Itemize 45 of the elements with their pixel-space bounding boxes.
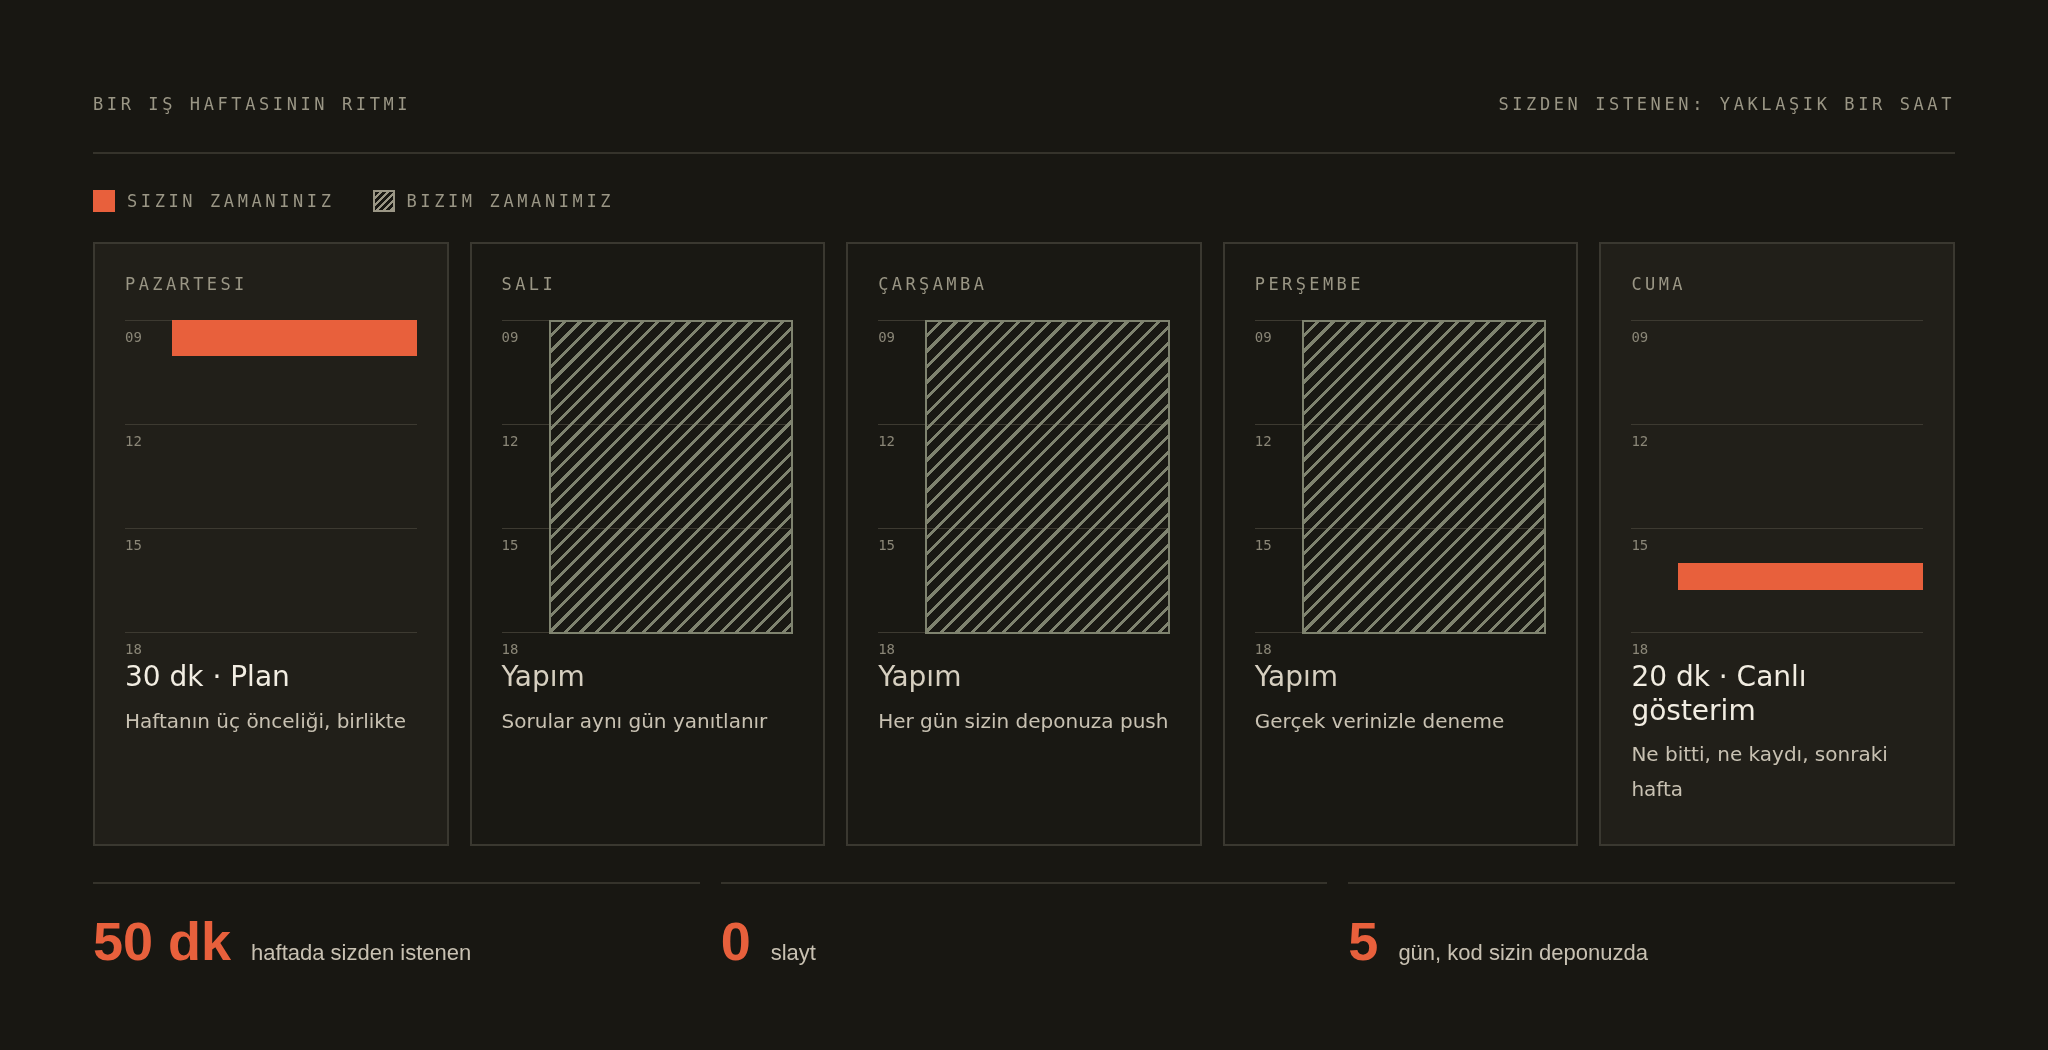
hour-label: 09 — [501, 329, 519, 345]
hour-label: 18 — [1254, 641, 1272, 657]
day-description: Ne bitti, ne kaydı, sonraki hafta — [1631, 741, 1889, 804]
legend-label: BIZIM ZAMANIMIZ — [406, 191, 615, 211]
hour-label: 09 — [1254, 329, 1272, 345]
hour-label: 18 — [878, 641, 896, 657]
hour-label: 09 — [878, 329, 896, 345]
stat-label: haftada sizden istenen — [251, 940, 472, 966]
hour-label: 12 — [878, 433, 896, 449]
hour-label: 15 — [501, 537, 519, 553]
hour-label: 12 — [501, 433, 519, 449]
hour-label: 12 — [125, 433, 142, 449]
hour-label: 15 — [878, 537, 896, 553]
day-description: Sorular aynı gün yanıtlanır — [501, 707, 769, 735]
day-label: PERŞEMBE — [1254, 274, 1364, 294]
day-label: SALI — [501, 274, 557, 294]
time-requirement-note: SIZDEN ISTENEN: YAKLAŞIK BIR SAAT — [1498, 94, 1955, 114]
hour-label: 09 — [125, 329, 142, 345]
hour-label: 12 — [1254, 433, 1272, 449]
day-title: 30 dk · Plan — [125, 660, 291, 694]
page-title: BIR IŞ HAFTASININ RITMI — [93, 94, 412, 114]
day-label: CUMA — [1631, 274, 1686, 294]
stat-value: 0 — [720, 910, 751, 972]
hour-label: 18 — [501, 641, 519, 657]
day-description: Haftanın üç önceliği, birlikte — [125, 707, 407, 735]
legend-label: SIZIN ZAMANINIZ — [127, 191, 335, 211]
day-title: Yapım — [1254, 660, 1340, 694]
stat-value: 50 dk — [93, 910, 232, 972]
hour-label: 12 — [1631, 433, 1649, 449]
day-title: Yapım — [501, 660, 586, 694]
day-label: PAZARTESI — [125, 274, 248, 294]
hour-label: 18 — [125, 641, 142, 657]
stat-label: slayt — [770, 940, 816, 966]
day-description: Gerçek verinizle deneme — [1254, 707, 1506, 735]
hour-label: 18 — [1631, 641, 1649, 657]
hour-label: 15 — [1254, 537, 1272, 553]
hour-label: 15 — [125, 537, 142, 553]
day-title: 20 dk · Canlı gösterim — [1631, 660, 1808, 728]
day-label: ÇARŞAMBA — [878, 274, 988, 294]
day-description: Her gün sizin deponuza push — [878, 707, 1170, 735]
hour-label: 09 — [1631, 329, 1649, 345]
hour-label: 15 — [1631, 537, 1649, 553]
stat-value: 5 — [1348, 910, 1379, 972]
stat-label: gün, kod sizin deponuzda — [1398, 940, 1648, 966]
day-title: Yapım — [878, 660, 963, 694]
